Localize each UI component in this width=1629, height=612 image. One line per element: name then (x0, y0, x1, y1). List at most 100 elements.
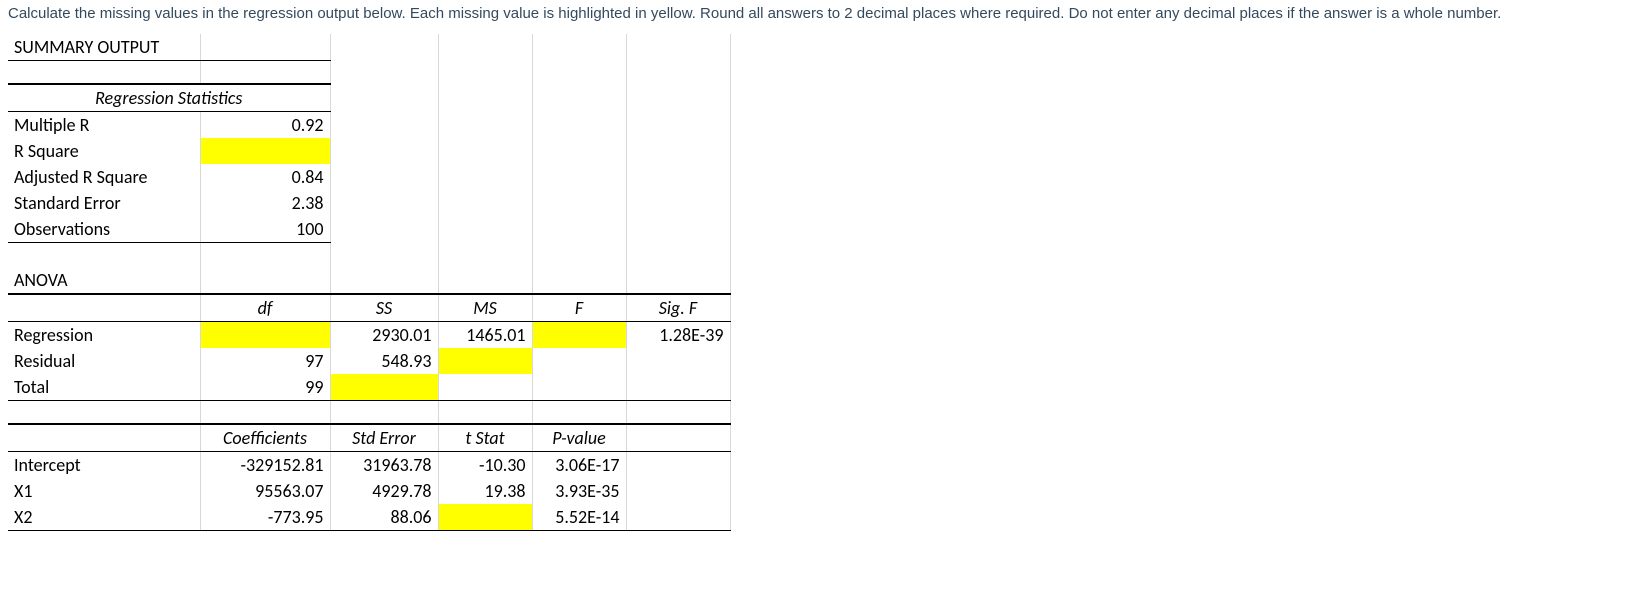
anova-regression-df-missing[interactable] (200, 321, 330, 348)
coef-x1-label: X1 (8, 478, 200, 504)
coef-intercept-se: 31963.78 (330, 452, 438, 479)
cell (532, 243, 626, 267)
cell (532, 60, 626, 84)
cell (730, 478, 750, 504)
coef-x1-p: 3.93E-35 (532, 478, 626, 504)
cell (730, 424, 750, 452)
cell (626, 112, 730, 139)
cell (438, 112, 532, 139)
cell (532, 348, 626, 374)
cell (438, 60, 532, 84)
cell (730, 348, 750, 374)
cell (532, 112, 626, 139)
regression-output-table: SUMMARY OUTPUT Regression Statistics Mul… (8, 34, 750, 532)
coef-x1-coef: 95563.07 (200, 478, 330, 504)
cell (626, 190, 730, 216)
coef-x1-se: 4929.78 (330, 478, 438, 504)
cell (626, 164, 730, 190)
cell (532, 400, 626, 424)
cell (730, 243, 750, 267)
cell (532, 34, 626, 61)
cell (730, 60, 750, 84)
anova-residual-ms-missing[interactable] (438, 348, 532, 374)
cell (730, 452, 750, 479)
cell (730, 34, 750, 61)
anova-regression-f-missing[interactable] (532, 321, 626, 348)
cell (330, 34, 438, 61)
cell (730, 294, 750, 322)
cell (438, 34, 532, 61)
cell (532, 267, 626, 294)
cell (730, 504, 750, 531)
std-error-value: 2.38 (200, 190, 330, 216)
cell (730, 138, 750, 164)
anova-header-ss: SS (330, 294, 438, 322)
coef-header-p: P-value (532, 424, 626, 452)
cell (626, 216, 730, 243)
anova-residual-df: 97 (200, 348, 330, 374)
cell (8, 424, 200, 452)
r-square-label: R Square (8, 138, 200, 164)
cell (532, 374, 626, 401)
cell (626, 138, 730, 164)
observations-value: 100 (200, 216, 330, 243)
cell (730, 84, 750, 112)
cell (626, 34, 730, 61)
cell (626, 60, 730, 84)
cell (730, 190, 750, 216)
coef-header-t: t Stat (438, 424, 532, 452)
cell (438, 216, 532, 243)
coef-intercept-p: 3.06E-17 (532, 452, 626, 479)
cell (330, 243, 438, 267)
multiple-r-value: 0.92 (200, 112, 330, 139)
cell (330, 164, 438, 190)
anova-title: ANOVA (8, 267, 200, 294)
cell (626, 400, 730, 424)
regression-statistics-header: Regression Statistics (8, 84, 330, 112)
cell (626, 424, 730, 452)
cell (8, 400, 200, 424)
cell (730, 374, 750, 401)
coef-x2-p: 5.52E-14 (532, 504, 626, 531)
cell (8, 60, 200, 84)
cell (438, 243, 532, 267)
anova-total-ss-missing[interactable] (330, 374, 438, 401)
anova-residual-label: Residual (8, 348, 200, 374)
anova-header-f: F (532, 294, 626, 322)
cell (532, 84, 626, 112)
cell (200, 243, 330, 267)
anova-header-ms: MS (438, 294, 532, 322)
coef-x2-t-missing[interactable] (438, 504, 532, 531)
cell (438, 374, 532, 401)
anova-regression-ss: 2930.01 (330, 321, 438, 348)
coef-intercept-coef: -329152.81 (200, 452, 330, 479)
cell (532, 216, 626, 243)
cell (438, 190, 532, 216)
cell (626, 452, 730, 479)
coef-intercept-t: -10.30 (438, 452, 532, 479)
r-square-value-missing[interactable] (200, 138, 330, 164)
anova-regression-label: Regression (8, 321, 200, 348)
cell (438, 400, 532, 424)
cell (626, 348, 730, 374)
cell (730, 267, 750, 294)
cell (200, 267, 330, 294)
coef-x2-label: X2 (8, 504, 200, 531)
instruction-text: Calculate the missing values in the regr… (8, 4, 1621, 24)
coef-intercept-label: Intercept (8, 452, 200, 479)
summary-output-label: SUMMARY OUTPUT (8, 34, 200, 61)
cell (532, 164, 626, 190)
cell (730, 112, 750, 139)
cell (730, 321, 750, 348)
anova-total-df: 99 (200, 374, 330, 401)
cell (730, 216, 750, 243)
cell (730, 164, 750, 190)
cell (626, 374, 730, 401)
cell (626, 267, 730, 294)
cell (330, 190, 438, 216)
cell (200, 60, 330, 84)
anova-regression-sigf: 1.28E-39 (626, 321, 730, 348)
anova-header-sigf: Sig. F (626, 294, 730, 322)
cell (626, 478, 730, 504)
cell (200, 34, 330, 61)
